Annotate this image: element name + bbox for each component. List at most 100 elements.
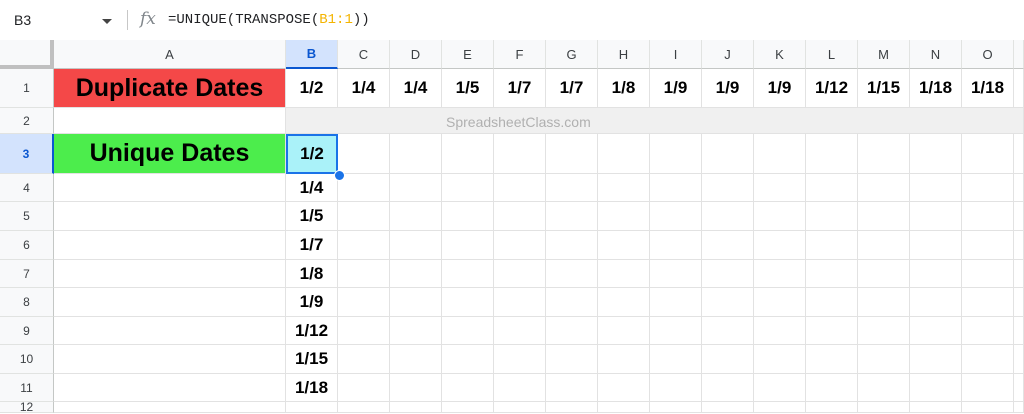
column-header-m[interactable]: M	[858, 40, 910, 69]
date-cell[interactable]: 1/7	[546, 69, 598, 108]
cell[interactable]	[702, 317, 754, 345]
cell[interactable]	[858, 202, 910, 231]
cell[interactable]	[702, 260, 754, 288]
cell[interactable]	[338, 231, 390, 260]
column-header-k[interactable]: K	[754, 40, 806, 69]
cell[interactable]	[650, 288, 702, 317]
cell[interactable]	[962, 402, 1014, 413]
cell[interactable]	[1014, 260, 1024, 288]
date-cell[interactable]: 1/9	[754, 69, 806, 108]
cell[interactable]	[54, 108, 286, 134]
date-cell[interactable]: 1/2	[286, 69, 338, 108]
cell[interactable]	[806, 402, 858, 413]
column-header-f[interactable]: F	[494, 40, 546, 69]
cell[interactable]	[442, 345, 494, 374]
cell[interactable]	[390, 345, 442, 374]
cell[interactable]	[650, 345, 702, 374]
unique-dates-label[interactable]: Unique Dates	[54, 134, 286, 174]
column-header-c[interactable]: C	[338, 40, 390, 69]
cell[interactable]	[494, 134, 546, 174]
formula-input[interactable]: =UNIQUE(TRANSPOSE(B1:1))	[168, 12, 370, 28]
cell[interactable]	[390, 317, 442, 345]
unique-date-cell[interactable]: 1/5	[286, 202, 338, 231]
cell[interactable]	[702, 345, 754, 374]
cell[interactable]	[54, 174, 286, 202]
cell[interactable]	[494, 402, 546, 413]
cell[interactable]	[910, 260, 962, 288]
cell[interactable]	[1014, 202, 1024, 231]
active-cell-b3[interactable]: 1/2	[286, 134, 338, 174]
cell[interactable]	[858, 317, 910, 345]
cell[interactable]	[910, 345, 962, 374]
row-header-8[interactable]: 8	[0, 288, 54, 317]
cell[interactable]	[702, 374, 754, 402]
unique-date-cell[interactable]: 1/4	[286, 174, 338, 202]
cell[interactable]	[390, 134, 442, 174]
cell[interactable]	[858, 174, 910, 202]
cell[interactable]	[598, 345, 650, 374]
date-cell[interactable]: 1/18	[910, 69, 962, 108]
cell[interactable]	[962, 374, 1014, 402]
cell[interactable]	[962, 260, 1014, 288]
row-header-10[interactable]: 10	[0, 345, 54, 374]
cell[interactable]	[1014, 174, 1024, 202]
cell[interactable]	[858, 345, 910, 374]
cell[interactable]	[54, 231, 286, 260]
cell[interactable]	[1014, 134, 1024, 174]
cell[interactable]	[806, 202, 858, 231]
cell[interactable]	[442, 374, 494, 402]
cell[interactable]	[54, 202, 286, 231]
cell[interactable]	[1014, 69, 1024, 108]
cell[interactable]	[494, 202, 546, 231]
cell[interactable]	[598, 260, 650, 288]
cell[interactable]	[650, 260, 702, 288]
cell[interactable]	[650, 317, 702, 345]
cell[interactable]	[546, 317, 598, 345]
cell[interactable]	[962, 231, 1014, 260]
cell[interactable]	[390, 374, 442, 402]
cell[interactable]	[754, 202, 806, 231]
cell[interactable]	[494, 260, 546, 288]
cell[interactable]	[650, 231, 702, 260]
cell[interactable]	[338, 345, 390, 374]
column-header-next[interactable]	[1014, 40, 1024, 69]
cell[interactable]	[546, 345, 598, 374]
cell[interactable]	[702, 134, 754, 174]
column-header-g[interactable]: G	[546, 40, 598, 69]
cell[interactable]	[54, 317, 286, 345]
column-header-l[interactable]: L	[806, 40, 858, 69]
cell[interactable]	[338, 174, 390, 202]
cell[interactable]	[546, 174, 598, 202]
cell[interactable]	[910, 202, 962, 231]
cell[interactable]	[754, 317, 806, 345]
cell[interactable]	[546, 231, 598, 260]
row-2-band[interactable]	[286, 108, 1024, 134]
row-header-3[interactable]: 3	[0, 134, 54, 174]
row-header-1[interactable]: 1	[0, 69, 54, 108]
cell[interactable]	[858, 402, 910, 413]
column-header-n[interactable]: N	[910, 40, 962, 69]
cell[interactable]	[1014, 288, 1024, 317]
cell[interactable]	[54, 260, 286, 288]
date-cell[interactable]: 1/4	[338, 69, 390, 108]
cell[interactable]	[910, 317, 962, 345]
cell[interactable]	[494, 231, 546, 260]
unique-date-cell[interactable]: 1/18	[286, 374, 338, 402]
cell[interactable]	[910, 288, 962, 317]
cell[interactable]	[390, 231, 442, 260]
cell[interactable]	[494, 174, 546, 202]
cell[interactable]	[910, 134, 962, 174]
unique-date-cell[interactable]: 1/9	[286, 288, 338, 317]
cell[interactable]	[338, 134, 390, 174]
cell[interactable]	[962, 317, 1014, 345]
row-header-4[interactable]: 4	[0, 174, 54, 202]
cell[interactable]	[702, 202, 754, 231]
cell[interactable]	[494, 288, 546, 317]
cell[interactable]	[54, 374, 286, 402]
cell[interactable]	[442, 202, 494, 231]
cell[interactable]	[650, 134, 702, 174]
cell[interactable]	[858, 231, 910, 260]
cell[interactable]	[494, 317, 546, 345]
cell[interactable]	[54, 288, 286, 317]
unique-date-cell[interactable]: 1/15	[286, 345, 338, 374]
